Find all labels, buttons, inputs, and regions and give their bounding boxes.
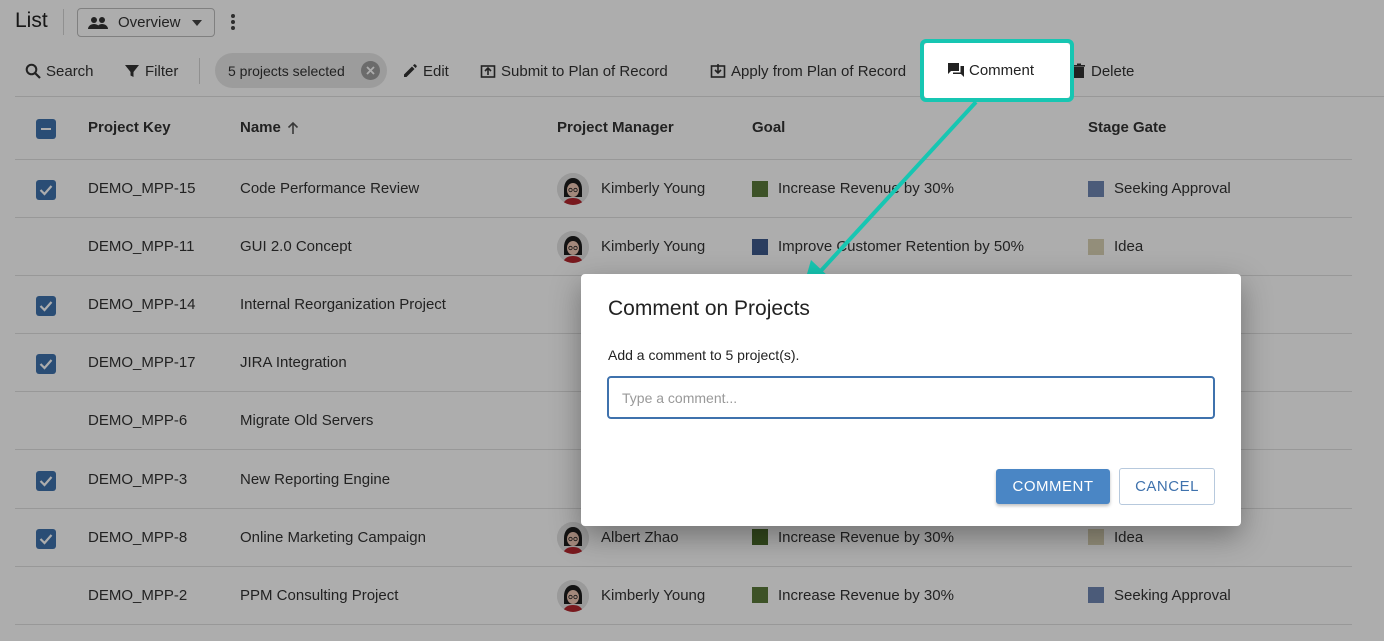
comment-submit-button[interactable]: COMMENT <box>996 469 1110 504</box>
comment-dialog: Comment on Projects Add a comment to 5 p… <box>581 274 1241 526</box>
dialog-title: Comment on Projects <box>608 297 810 320</box>
highlight-box <box>920 39 1074 102</box>
comment-input[interactable] <box>607 376 1215 419</box>
cancel-button[interactable]: CANCEL <box>1119 468 1215 505</box>
dialog-description: Add a comment to 5 project(s). <box>608 347 800 363</box>
